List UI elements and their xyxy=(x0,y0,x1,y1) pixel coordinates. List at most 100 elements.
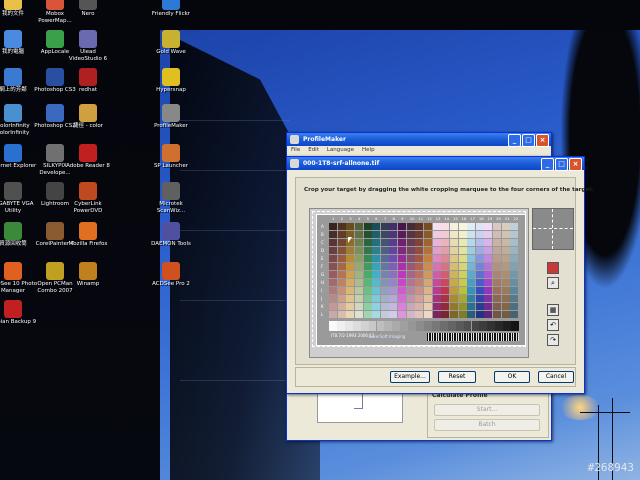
dvd-icon xyxy=(79,182,97,200)
photoshop-icon xyxy=(46,68,64,86)
lightroom-icon xyxy=(46,182,64,200)
launcher-icon xyxy=(162,144,180,162)
desktop-icon-label: Microtek ScanWiz... xyxy=(156,201,186,214)
desktop-icon-label: Hypersnap xyxy=(156,87,186,93)
close-button[interactable]: × xyxy=(536,134,549,147)
instruction-text: Crop your target by dragging the white c… xyxy=(304,187,594,193)
desktop-icon[interactable]: ACDSee Pro 2 xyxy=(146,262,196,288)
desktop-icon-label: 捷徑 - color xyxy=(72,123,104,129)
desktop-icon[interactable]: Ulead VideoStudio 6 xyxy=(63,30,113,63)
nero-icon xyxy=(79,0,97,10)
gigabyte-icon xyxy=(4,182,22,200)
desktop-icon[interactable]: ProfileMaker xyxy=(146,104,196,130)
minimize-button[interactable]: _ xyxy=(508,134,521,147)
reset-button[interactable]: Reset xyxy=(438,371,476,383)
winamp-icon xyxy=(79,262,97,280)
desktop-icon[interactable]: Nero xyxy=(63,0,113,18)
crop-dialog-icon xyxy=(290,159,299,168)
ie-icon xyxy=(4,144,22,162)
desktop-icon-label: Friendly Flickr xyxy=(151,11,191,17)
desktop-icon-label: ACDSee Pro 2 xyxy=(152,281,190,287)
video-icon xyxy=(79,30,97,48)
wave-icon xyxy=(162,30,180,48)
wallpaper-window-row xyxy=(180,170,300,171)
crop-tool-icon[interactable] xyxy=(547,262,559,274)
desktop-icon[interactable]: Gold Wave xyxy=(146,30,196,56)
flickr-icon xyxy=(162,0,180,10)
camera-icon xyxy=(162,68,180,86)
acdsee-pro-icon xyxy=(162,262,180,280)
batch-button[interactable]: Batch xyxy=(434,419,540,431)
desktop-icon[interactable]: Hypersnap xyxy=(146,68,196,94)
crop-marquee[interactable] xyxy=(312,211,526,347)
zoom-icon[interactable]: ⌕ xyxy=(547,277,559,289)
scanner-icon xyxy=(162,182,180,200)
desktop-icon[interactable]: Cobian Backup 9 xyxy=(0,300,38,326)
grid-view-icon[interactable]: ▦ xyxy=(547,304,559,316)
desktop-icon-label: Cobian Backup 9 xyxy=(0,319,37,325)
menu-language[interactable]: Language xyxy=(327,146,354,155)
desktop-icon[interactable]: Microtek ScanWiz... xyxy=(146,182,196,215)
desktop-icon[interactable]: redhat xyxy=(63,68,113,94)
maximize-button[interactable]: □ xyxy=(522,134,535,147)
ok-button[interactable]: OK xyxy=(494,371,530,383)
computer-icon xyxy=(4,30,22,48)
color-icon xyxy=(4,104,22,122)
desktop-icon-label: Nero xyxy=(81,11,95,17)
wallpaper-window-row xyxy=(180,300,300,301)
wallpaper-window-row xyxy=(180,230,300,231)
profilemaker-title: ProfileMaker xyxy=(303,136,346,143)
desktop-icon-label: Ulead VideoStudio 6 xyxy=(68,49,108,62)
menu-help[interactable]: Help xyxy=(362,146,375,155)
button-bar: Example... Reset OK Cancel xyxy=(295,367,576,387)
minimize-button[interactable]: _ xyxy=(541,158,554,171)
network-icon xyxy=(4,68,22,86)
shortcut-icon xyxy=(79,104,97,122)
desktop-icon[interactable]: 捷徑 - color xyxy=(63,104,113,130)
example-button[interactable]: Example... xyxy=(390,371,430,383)
desktop-icon-label: SP Launcher xyxy=(153,163,189,169)
folder-icon xyxy=(4,0,22,10)
rotate-right-icon[interactable]: ↷ xyxy=(547,334,559,346)
target-preview[interactable]: 1 2 3 4 5 6 7 8 9 10 11 12 13 14 15 16 17 18 19 20 21 22 ABCD… xyxy=(309,208,529,358)
cancel-button[interactable]: Cancel xyxy=(538,371,574,383)
desktop-icon-label: redhat xyxy=(78,87,98,93)
recycle-bin-icon xyxy=(4,222,22,240)
desktop-icon[interactable]: SP Launcher xyxy=(146,144,196,170)
globe-icon xyxy=(46,30,64,48)
crop-dialog-titlebar[interactable]: 000-1T8-srf-allnone.tif _ □ × xyxy=(287,157,584,171)
brush-icon xyxy=(46,222,64,240)
corner-loupe xyxy=(532,208,574,250)
crop-dialog: 000-1T8-srf-allnone.tif _ □ × Crop your … xyxy=(286,156,594,394)
pcman-icon xyxy=(46,262,64,280)
app-icon xyxy=(46,0,64,10)
silkypix-icon xyxy=(46,144,64,162)
daemon-icon xyxy=(162,222,180,240)
desktop-icon[interactable]: Mozilla Firefox xyxy=(63,222,113,248)
calculate-profile-panel: Calculate Profile Start... Batch xyxy=(427,391,549,438)
profilemaker-icon xyxy=(162,104,180,122)
menu-edit[interactable]: Edit xyxy=(308,146,319,155)
desktop-icon[interactable]: Friendly Flickr xyxy=(146,0,196,18)
profilemaker-titlebar[interactable]: ProfileMaker _ □ × xyxy=(287,133,551,147)
preview-box xyxy=(317,391,403,423)
rotate-left-icon[interactable]: ↶ xyxy=(547,319,559,331)
instruction-panel: Crop your target by dragging the white c… xyxy=(295,177,594,365)
start-button[interactable]: Start... xyxy=(434,404,540,416)
redhat-icon xyxy=(79,68,97,86)
desktop-icon[interactable]: Adobe Reader 8 xyxy=(63,144,113,170)
mouse-cursor xyxy=(348,237,352,243)
menu-file[interactable]: File xyxy=(291,146,300,155)
desktop-icon[interactable]: Winamp xyxy=(63,262,113,288)
desktop-icon-label: Mozilla Firefox xyxy=(68,241,108,247)
close-button[interactable]: × xyxy=(569,158,582,171)
desktop-icon-label: Winamp xyxy=(76,281,100,287)
backup-icon xyxy=(4,300,22,318)
maximize-button[interactable]: □ xyxy=(555,158,568,171)
desktop-icon[interactable]: DAEMON Tools xyxy=(146,222,196,248)
firefox-icon xyxy=(79,222,97,240)
wallpaper-window-row xyxy=(180,380,300,381)
desktop-icon[interactable]: CyberLink PowerDVD xyxy=(63,182,113,215)
profilemaker-app-icon xyxy=(290,135,299,144)
wallpaper-window-row xyxy=(180,120,290,121)
